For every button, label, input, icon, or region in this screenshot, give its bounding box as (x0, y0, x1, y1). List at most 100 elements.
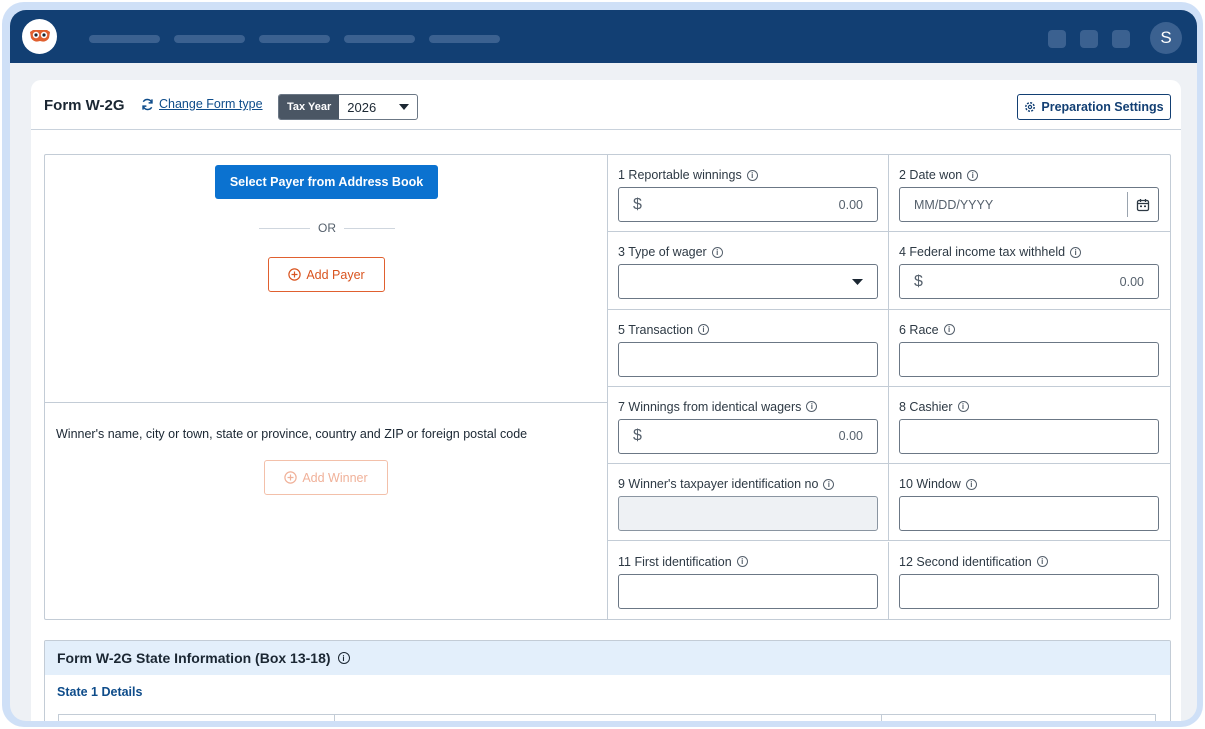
info-icon[interactable]: i (337, 652, 350, 664)
page-title: Form W-2G (44, 97, 125, 114)
cashier-input[interactable] (899, 418, 1159, 454)
gear-icon (1025, 102, 1036, 112)
payer-section: Select Payer from Address Book OR Add Pa… (45, 155, 607, 403)
box-3-type-of-wager: 3 Type of wager i (608, 232, 889, 310)
app-frame: S Form W-2G Change Form type Tax Year 20… (2, 2, 1203, 727)
box-1-label-text: 1 Reportable winnings (618, 168, 742, 182)
info-icon[interactable]: i (746, 169, 758, 181)
info-icon[interactable]: i (736, 556, 748, 567)
box-8-label-text: 8 Cashier (899, 399, 953, 414)
box-5-transaction: 5 Transaction i (608, 309, 889, 387)
transaction-input[interactable] (618, 341, 878, 377)
toolbar-icon-placeholder[interactable] (1112, 30, 1130, 48)
date-won-input[interactable]: MM/DD/YYYY (899, 187, 1159, 222)
refresh-icon (142, 98, 153, 110)
currency-symbol: $ (914, 272, 923, 290)
currency-symbol: $ (633, 195, 642, 213)
box-7-label: 7 Winnings from identical wagers i (618, 399, 818, 414)
plus-circle-icon (288, 268, 302, 281)
box-6-label: 6 Race i (899, 323, 955, 337)
box-12-label-text: 12 Second identification (899, 554, 1032, 569)
federal-tax-withheld-value: 0.00 (1119, 274, 1144, 289)
select-payer-button[interactable]: Select Payer from Address Book (215, 165, 438, 199)
or-text: OR (318, 221, 336, 235)
info-icon[interactable]: i (711, 246, 723, 258)
tax-year-value[interactable]: 2026 (339, 95, 417, 119)
box-6-race: 6 Race i (889, 310, 1170, 387)
box-4-label: 4 Federal income tax withheld i (899, 245, 1082, 259)
info-icon[interactable]: i (967, 169, 979, 181)
toolbar-icon-placeholder[interactable] (1080, 30, 1098, 48)
second-identification-input[interactable] (899, 573, 1159, 609)
window-input[interactable] (899, 496, 1159, 532)
box-5-label-text: 5 Transaction (618, 322, 694, 337)
box-12-label: 12 Second identification i (899, 555, 1048, 569)
info-icon[interactable]: i (806, 401, 818, 413)
box-1-reportable-winnings: 1 Reportable winnings i $ 0.00 (608, 155, 889, 233)
box-11-first-identification: 11 First identification i (608, 541, 889, 619)
box-10-label: 10 Window i (899, 477, 977, 491)
add-winner-label: Add Winner (302, 470, 368, 485)
box-11-label: 11 First identification i (618, 555, 748, 569)
reportable-winnings-input[interactable]: $ 0.00 (618, 187, 878, 222)
toolbar-icon-placeholder[interactable] (1048, 30, 1066, 48)
add-payer-button[interactable]: Add Payer (268, 257, 385, 292)
column-divider (334, 715, 335, 721)
state-1-table-row (58, 714, 1156, 721)
info-icon[interactable]: i (823, 478, 835, 490)
currency-symbol: $ (633, 427, 642, 445)
info-icon[interactable]: i (1070, 246, 1082, 258)
nav-item-placeholder[interactable] (429, 35, 500, 43)
box-9-label-text: 9 Winner's taxpayer identification no (618, 477, 819, 492)
type-of-wager-select[interactable] (618, 264, 878, 300)
add-winner-button[interactable]: Add Winner (264, 460, 388, 495)
nav-item-placeholder[interactable] (344, 35, 415, 43)
info-icon[interactable]: i (1036, 556, 1048, 567)
tax-year-select[interactable]: Tax Year 2026 (278, 94, 419, 120)
user-avatar[interactable]: S (1150, 22, 1182, 54)
info-icon[interactable]: i (957, 401, 969, 413)
date-won-placeholder: MM/DD/YYYY (914, 197, 994, 212)
preparation-settings-button[interactable]: Preparation Settings (1017, 94, 1171, 120)
race-input[interactable] (899, 341, 1159, 377)
change-form-type-label: Change Form type (159, 97, 263, 111)
identical-wagers-input[interactable]: $ 0.00 (618, 418, 878, 454)
box-6-label-text: 6 Race (899, 322, 939, 337)
nav-item-placeholder[interactable] (174, 35, 245, 43)
caret-down-icon (399, 104, 410, 110)
box-7-label-text: 7 Winnings from identical wagers (618, 399, 802, 414)
owl-logo-icon[interactable] (22, 19, 57, 54)
federal-tax-withheld-input[interactable]: $ 0.00 (899, 264, 1159, 300)
caret-down-icon (852, 278, 877, 285)
tax-year-label: Tax Year (279, 95, 340, 119)
box-2-date-won: 2 Date won i MM/DD/YYYY (889, 155, 1170, 233)
box-9-winner-tin: 9 Winner's taxpayer identification no i (608, 464, 889, 542)
box-10-label-text: 10 Window (899, 477, 961, 492)
winner-tin-input[interactable] (618, 496, 878, 532)
tax-year-selected: 2026 (347, 99, 377, 115)
info-icon[interactable]: i (698, 324, 710, 336)
form-header: Form W-2G Change Form type Tax Year 2026 (31, 80, 1181, 130)
nav-item-placeholder[interactable] (89, 35, 160, 43)
top-navigation-bar: S (10, 10, 1197, 63)
box-9-label: 9 Winner's taxpayer identification no i (618, 477, 835, 492)
box-2-label: 2 Date won i (899, 168, 979, 182)
calendar-icon[interactable] (1127, 192, 1158, 217)
first-identification-input[interactable] (618, 573, 878, 609)
state-information-header[interactable]: Form W-2G State Information (Box 13-18) … (45, 641, 1170, 675)
change-form-type-link[interactable]: Change Form type (141, 97, 263, 111)
info-icon[interactable]: i (943, 324, 955, 336)
box-8-label: 8 Cashier i (899, 400, 969, 414)
box-12-second-identification: 12 Second identification i (889, 542, 1170, 619)
reportable-winnings-value: 0.00 (838, 197, 863, 212)
box-2-label-text: 2 Date won (899, 168, 963, 182)
nav-item-placeholder[interactable] (259, 35, 330, 43)
identical-wagers-value: 0.00 (838, 429, 863, 444)
state-information-title: Form W-2G State Information (Box 13-18) (57, 650, 331, 666)
app-window: S Form W-2G Change Form type Tax Year 20… (10, 10, 1197, 721)
box-7-identical-wagers: 7 Winnings from identical wagers i $ 0.00 (608, 386, 889, 465)
info-icon[interactable]: i (965, 478, 977, 490)
box-1-label: 1 Reportable winnings i (618, 168, 758, 182)
state-1-details-label: State 1 Details (57, 685, 143, 699)
add-payer-label: Add Payer (306, 267, 365, 282)
